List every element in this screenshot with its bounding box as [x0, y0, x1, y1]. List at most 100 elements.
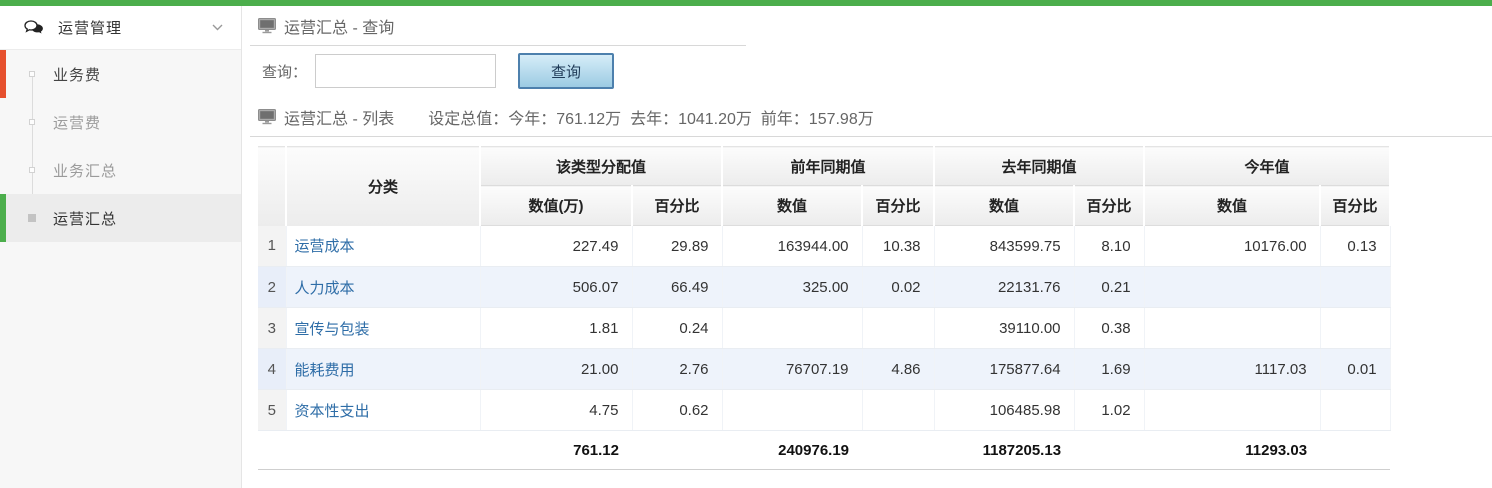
- total-this-year: 11293.03: [1144, 431, 1320, 470]
- row-index: 1: [258, 226, 286, 267]
- set-totals-summary: 设定总值：今年：761.12万 去年：1041.20万 前年：157.98万: [428, 105, 874, 129]
- total-year-before: 240976.19: [722, 431, 862, 470]
- row-index: 2: [258, 267, 286, 308]
- value-cell: 1.81: [480, 308, 632, 349]
- sidebar-menu-list: 业务费运营费业务汇总运营汇总: [0, 50, 241, 242]
- group-header-year-before: 前年同期值: [722, 147, 934, 186]
- group-header-this-year: 今年值: [1144, 147, 1390, 186]
- value-cell: [722, 390, 862, 431]
- sidebar: 运营管理 业务费运营费业务汇总运营汇总: [0, 6, 242, 488]
- value-cell: [862, 308, 934, 349]
- value-cell: 0.02: [862, 267, 934, 308]
- group-header-alloc: 该类型分配值: [480, 147, 722, 186]
- category-cell: 宣传与包装: [286, 308, 480, 349]
- category-cell: 能耗费用: [286, 349, 480, 390]
- table-row: 1运营成本227.4929.89163944.0010.38843599.758…: [258, 226, 1390, 267]
- value-cell: 29.89: [632, 226, 722, 267]
- sidebar-item-3[interactable]: 业务汇总: [0, 146, 241, 194]
- value-cell: 0.01: [1320, 349, 1390, 390]
- sidebar-item-label: 运营汇总: [53, 208, 117, 229]
- value-cell: 0.38: [1074, 308, 1144, 349]
- sub-header-value: 数值: [934, 186, 1074, 226]
- value-cell: 106485.98: [934, 390, 1074, 431]
- query-form: 查询： 查询: [262, 53, 1492, 89]
- table-body: 1运营成本227.4929.89163944.0010.38843599.758…: [258, 226, 1390, 431]
- value-cell: [1144, 308, 1320, 349]
- list-section-title: 运营汇总 - 列表: [284, 105, 394, 129]
- sidebar-item-label: 业务汇总: [53, 160, 117, 181]
- item-state-marker: [0, 98, 6, 146]
- comments-icon: [24, 20, 44, 36]
- category-cell: 资本性支出: [286, 390, 480, 431]
- value-cell: 325.00: [722, 267, 862, 308]
- sub-header-percent: 百分比: [1074, 186, 1144, 226]
- query-button[interactable]: 查询: [518, 53, 614, 89]
- value-cell: [1144, 390, 1320, 431]
- category-link[interactable]: 人力成本: [295, 280, 355, 297]
- total-alloc: 761.12: [480, 431, 632, 470]
- item-state-marker: [0, 146, 6, 194]
- category-link[interactable]: 资本性支出: [295, 403, 370, 420]
- value-cell: [722, 308, 862, 349]
- value-cell: 506.07: [480, 267, 632, 308]
- sub-header-percent: 百分比: [1320, 186, 1390, 226]
- category-link[interactable]: 能耗费用: [295, 362, 355, 379]
- row-index: 4: [258, 349, 286, 390]
- value-cell: 10176.00: [1144, 226, 1320, 267]
- sidebar-item-2[interactable]: 运营费: [0, 98, 241, 146]
- value-cell: 0.24: [632, 308, 722, 349]
- sidebar-menu-header[interactable]: 运营管理: [0, 6, 241, 50]
- value-cell: 175877.64: [934, 349, 1074, 390]
- value-cell: 0.13: [1320, 226, 1390, 267]
- item-bullet-icon: [29, 71, 35, 77]
- query-section-title: 运营汇总 - 查询: [284, 14, 394, 38]
- sidebar-item-1[interactable]: 业务费: [0, 50, 241, 98]
- sidebar-item-label: 运营费: [53, 112, 101, 133]
- sub-header-value: 数值: [722, 186, 862, 226]
- value-cell: [1320, 390, 1390, 431]
- list-section-header: 运营汇总 - 列表 设定总值：今年：761.12万 去年：1041.20万 前年…: [250, 97, 1492, 137]
- value-cell: 8.10: [1074, 226, 1144, 267]
- category-link[interactable]: 宣传与包装: [295, 321, 370, 338]
- value-cell: 1.02: [1074, 390, 1144, 431]
- sub-header-percent: 百分比: [862, 186, 934, 226]
- value-cell: 163944.00: [722, 226, 862, 267]
- category-cell: 人力成本: [286, 267, 480, 308]
- item-state-marker: [0, 50, 6, 98]
- query-input[interactable]: [315, 54, 496, 88]
- item-state-marker: [0, 194, 6, 242]
- main-content: 运营汇总 - 查询 查询： 查询 运营汇总 - 列表 设定总值：今年：761.1…: [242, 6, 1492, 488]
- category-link[interactable]: 运营成本: [295, 238, 355, 255]
- group-header-last-year: 去年同期值: [934, 147, 1144, 186]
- sub-header-percent: 百分比: [632, 186, 722, 226]
- total-last-year: 1187205.13: [934, 431, 1074, 470]
- query-section-header: 运营汇总 - 查询: [250, 6, 746, 46]
- value-cell: [1320, 308, 1390, 349]
- value-cell: 0.21: [1074, 267, 1144, 308]
- sub-header-value: 数值: [1144, 186, 1320, 226]
- value-cell: 4.86: [862, 349, 934, 390]
- item-bullet-icon: [29, 167, 35, 173]
- query-input-label: 查询：: [262, 61, 307, 82]
- chevron-down-icon: [212, 24, 223, 31]
- category-cell: 运营成本: [286, 226, 480, 267]
- sub-header-value: 数值(万): [480, 186, 632, 226]
- value-cell: 39110.00: [934, 308, 1074, 349]
- totals-row: 761.12 240976.19 1187205.13 11293.03: [258, 431, 1390, 470]
- row-index: 3: [258, 308, 286, 349]
- monitor-icon: [258, 109, 276, 125]
- value-cell: 843599.75: [934, 226, 1074, 267]
- table-row: 2 人力成本 506.0766.49325.000.0222131.760.21: [258, 267, 1390, 308]
- sidebar-item-4[interactable]: 运营汇总: [0, 194, 241, 242]
- menu-title: 运营管理: [58, 17, 122, 38]
- table-row: 4能耗费用21.002.7676707.194.86175877.641.691…: [258, 349, 1390, 390]
- value-cell: [1144, 267, 1320, 308]
- value-cell: 66.49: [632, 267, 722, 308]
- value-cell: 22131.76: [934, 267, 1074, 308]
- sidebar-item-label: 业务费: [53, 64, 101, 85]
- value-cell: 1117.03: [1144, 349, 1320, 390]
- value-cell: 227.49: [480, 226, 632, 267]
- row-index: 5: [258, 390, 286, 431]
- item-bullet-icon: [28, 214, 36, 222]
- item-bullet-icon: [29, 119, 35, 125]
